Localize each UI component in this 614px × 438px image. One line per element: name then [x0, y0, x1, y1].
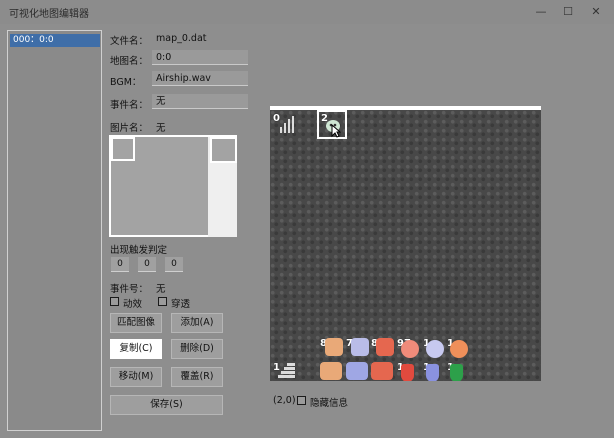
cursor-coordinate: (2,0) — [273, 395, 296, 406]
copy-button[interactable]: 复制(C) — [110, 339, 162, 359]
yellow-door-icon — [320, 362, 342, 380]
cover-button[interactable]: 覆盖(R) — [171, 367, 223, 387]
map-list[interactable]: 000：0:0 — [7, 30, 102, 431]
blue-potion-icon — [426, 340, 444, 358]
move-button[interactable]: 移动(M) — [110, 367, 162, 387]
bgm-field[interactable]: Airship.wav — [152, 71, 248, 86]
save-button[interactable]: 保存(S) — [110, 395, 223, 415]
close-button[interactable]: ✕ — [586, 3, 606, 20]
list-item[interactable]: 000：0:0 — [10, 34, 100, 47]
event-label: 事件名： — [110, 100, 149, 111]
window-title: 可视化地图编辑器 — [9, 9, 89, 20]
red-door-icon — [371, 362, 393, 380]
mapname-label: 地图名： — [110, 56, 149, 67]
minimize-button[interactable]: — — [531, 3, 551, 20]
add-button[interactable]: 添加(A) — [171, 313, 223, 333]
tile-picker-selection-secondary — [210, 137, 237, 163]
green-gem-icon — [450, 364, 463, 381]
eventno-value: 无 — [156, 284, 166, 295]
tile-picker[interactable] — [109, 135, 237, 237]
trigger-label: 出现触发判定 — [110, 245, 168, 256]
anim-label: 动效 — [123, 299, 143, 310]
title-bar: 可视化地图编辑器 — ☐ ✕ — [0, 0, 614, 24]
image-label: 图片名： — [110, 123, 149, 134]
red-potion-icon — [401, 340, 419, 358]
blue-key-icon — [351, 338, 369, 356]
stairs-icon — [278, 363, 295, 378]
cursor-icon — [331, 124, 341, 138]
hud-floor-count: 0 — [273, 113, 280, 124]
blue-gem-icon — [426, 364, 439, 381]
image-value: 无 — [156, 123, 166, 134]
blue-door-icon — [346, 362, 368, 380]
signal-icon — [280, 116, 294, 133]
pass-label: 穿透 — [171, 299, 191, 310]
eventno-label: 事件号： — [110, 284, 149, 295]
hide-info-checkbox[interactable] — [297, 396, 306, 405]
match-image-button[interactable]: 匹配图像 — [110, 313, 162, 333]
editor-window: 可视化地图编辑器 — ☐ ✕ 000：0:0 文件名： map_0.dat 地图… — [0, 0, 614, 438]
bgm-label: BGM： — [110, 77, 142, 88]
pass-checkbox[interactable] — [158, 297, 167, 306]
red-gem-icon — [401, 364, 414, 381]
trigger-y[interactable]: 0 — [138, 257, 156, 272]
anim-checkbox[interactable] — [110, 297, 119, 306]
map-canvas[interactable]: 0 2 8 7 8 97 1 1 1 3 3 5 — [270, 106, 541, 381]
hide-info-label: 隐藏信息 — [310, 398, 349, 409]
coin-icon — [450, 340, 468, 358]
red-key-icon — [376, 338, 394, 356]
yellow-key-icon — [325, 338, 343, 356]
trigger-x[interactable]: 0 — [111, 257, 129, 272]
file-value: map_0.dat — [156, 33, 207, 44]
file-label: 文件名： — [110, 36, 149, 47]
maximize-button[interactable]: ☐ — [558, 3, 578, 20]
event-field[interactable]: 无 — [152, 94, 248, 109]
tile-picker-selection — [111, 137, 135, 161]
trigger-z[interactable]: 0 — [165, 257, 183, 272]
delete-button[interactable]: 删除(D) — [171, 339, 223, 359]
mapname-field[interactable]: 0:0 — [152, 50, 248, 65]
